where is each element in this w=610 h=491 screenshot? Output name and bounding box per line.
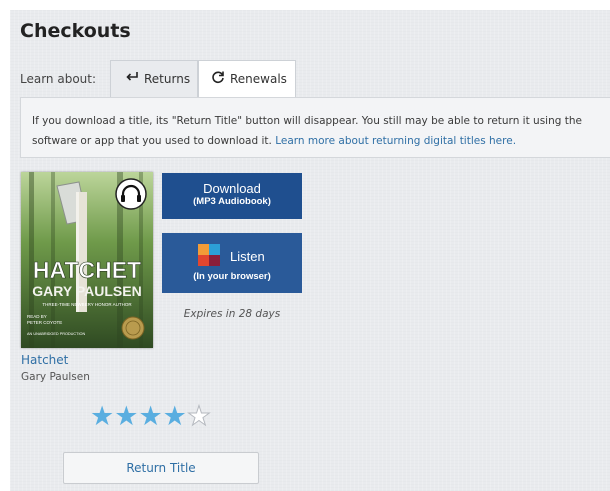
return-title-button[interactable]: Return Title xyxy=(63,452,259,484)
cover-edition-text: AN UNABRIDGED PRODUCTION xyxy=(27,332,85,336)
tab-returns-label: Returns xyxy=(144,72,191,86)
learn-about-label: Learn about: xyxy=(20,72,97,86)
star-2-icon[interactable]: ★ xyxy=(114,401,138,432)
expiration-text: Expires in 28 days xyxy=(183,308,281,320)
cover-title-text: HATCHET xyxy=(33,257,141,283)
cover-author-text: GARY PAULSEN xyxy=(32,283,141,299)
star-1-icon[interactable]: ★ xyxy=(90,401,114,432)
star-4-icon[interactable]: ★ xyxy=(163,401,187,432)
tab-renewals[interactable]: Renewals xyxy=(198,60,296,97)
listen-button-sublabel: (In your browser) xyxy=(193,271,271,282)
download-button[interactable]: Download (MP3 Audiobook) xyxy=(162,173,302,219)
book-title-link[interactable]: Hatchet xyxy=(21,353,68,367)
book-author: Gary Paulsen xyxy=(21,371,90,383)
cover-award-medal xyxy=(121,316,145,340)
tab-returns[interactable]: Returns xyxy=(110,60,198,97)
star-5-icon[interactable]: ★ xyxy=(186,401,211,432)
learn-more-link[interactable]: Learn more about returning digital title… xyxy=(275,135,516,147)
cover-reader-label: READ BY xyxy=(27,314,47,319)
return-arrow-icon xyxy=(125,71,139,87)
listen-button-label: Listen xyxy=(230,249,265,264)
star-rating[interactable]: ★★★★★ xyxy=(90,401,212,432)
cover-tagline-text: THREE-TIME NEWBERY HONOR AUTHOR xyxy=(42,302,132,307)
cover-reader-name: PETER COYOTE xyxy=(27,320,62,325)
page-title: Checkouts xyxy=(20,20,131,42)
download-button-label: Download xyxy=(203,181,261,196)
libby-logo-icon xyxy=(198,244,220,266)
tab-renewals-label: Renewals xyxy=(230,72,287,86)
download-button-sublabel: (MP3 Audiobook) xyxy=(193,196,271,207)
book-cover[interactable]: HATCHET GARY PAULSEN THREE-TIME NEWBERY … xyxy=(21,172,153,348)
return-info-box: If you download a title, its "Return Tit… xyxy=(20,97,610,158)
refresh-icon xyxy=(211,70,225,88)
star-3-icon[interactable]: ★ xyxy=(138,401,162,432)
listen-button[interactable]: Listen (In your browser) xyxy=(162,233,302,293)
